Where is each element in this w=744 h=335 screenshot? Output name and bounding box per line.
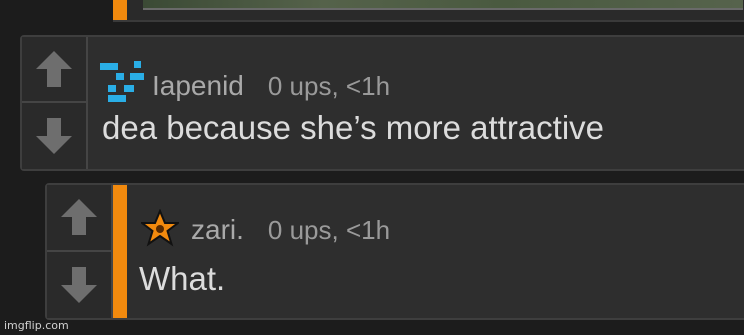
arrow-down-icon [61, 266, 97, 303]
vote-column [22, 37, 88, 169]
comment: zari. 0 ups, <1h What. [45, 183, 744, 320]
vote-column [47, 185, 113, 318]
upvote-button[interactable] [47, 185, 111, 252]
comment-body: What. [139, 260, 226, 297]
username-link[interactable]: Iapenid [152, 70, 244, 102]
comment-meta: zari. 0 ups, <1h [141, 201, 391, 247]
upvote-button[interactable] [22, 37, 86, 103]
reply-accent-bar [113, 185, 127, 318]
pixel-logo-icon[interactable] [100, 59, 146, 103]
arrow-up-icon [36, 51, 72, 87]
comment-meta: Iapenid 0 ups, <1h [100, 51, 390, 102]
star-badge-icon[interactable] [141, 209, 179, 247]
previous-comment-fragment [113, 0, 744, 22]
previous-comment-image [143, 0, 743, 10]
comment-stats: 0 ups, <1h [267, 71, 391, 101]
downvote-button[interactable] [47, 252, 111, 319]
comment: Iapenid 0 ups, <1h dea because she’s mor… [20, 35, 744, 171]
reply-accent-bar [113, 0, 127, 20]
arrow-up-icon [61, 199, 97, 236]
comment-stats: 0 ups, <1h [267, 215, 391, 245]
username-link[interactable]: zari. [191, 214, 244, 246]
arrow-down-icon [36, 118, 72, 154]
downvote-button[interactable] [22, 103, 86, 169]
comment-body: dea because she’s more attractive [102, 109, 605, 146]
watermark: imgflip.com [4, 319, 69, 332]
